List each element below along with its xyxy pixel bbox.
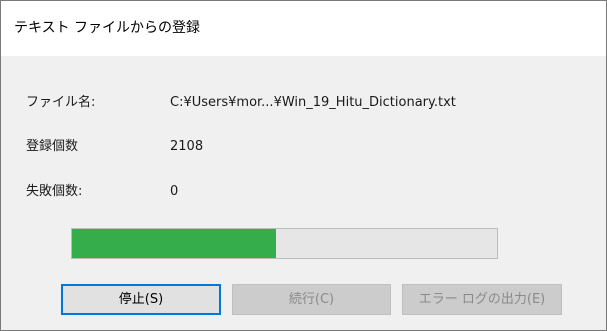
failed-count-label: 失敗個数:	[26, 184, 83, 199]
failed-count-value: 0	[170, 184, 179, 199]
stop-button[interactable]: 停止(S)	[61, 284, 221, 315]
export-error-log-button[interactable]: エラー ログの出力(E)	[402, 284, 562, 315]
register-from-text-dialog: テキスト ファイルからの登録 ファイル名: C:¥Users¥mor...¥Wi…	[0, 0, 607, 331]
progress-bar	[71, 228, 498, 259]
continue-button[interactable]: 続行(C)	[232, 284, 391, 315]
dialog-title: テキスト ファイルからの登録	[14, 20, 201, 36]
file-name-value: C:¥Users¥mor...¥Win_19_Hitu_Dictionary.t…	[170, 95, 456, 110]
title-bar: テキスト ファイルからの登録	[1, 1, 606, 56]
progress-bar-fill	[72, 229, 276, 258]
registered-count-value: 2108	[170, 139, 204, 154]
registered-count-label: 登録個数	[26, 139, 79, 154]
file-name-label: ファイル名:	[26, 95, 96, 110]
